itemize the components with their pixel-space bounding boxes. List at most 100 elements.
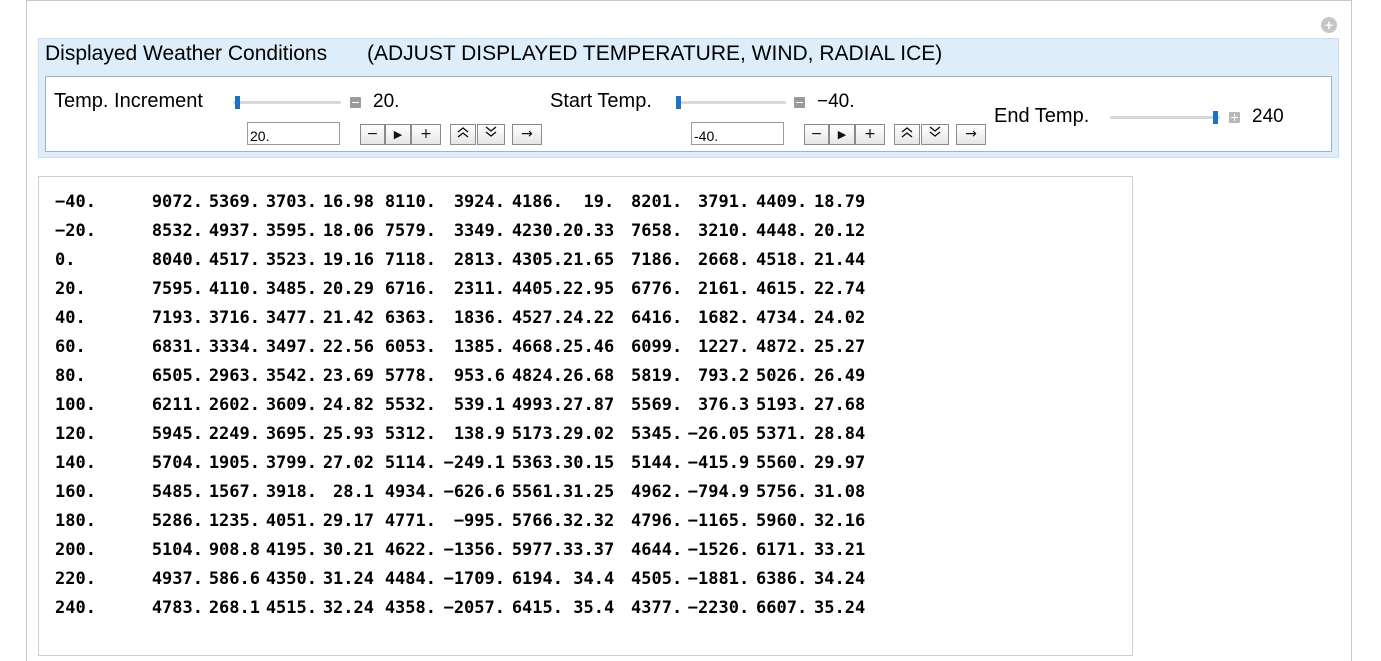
value-cell: 6099. [631, 337, 683, 357]
value-cell: 8532. [151, 221, 203, 241]
value-cell: 586.6 [208, 569, 260, 589]
value-cell: 29.97 [814, 453, 866, 473]
value-cell: 21.42 [322, 308, 374, 328]
value-cell: 29.17 [322, 511, 374, 531]
temp-increment-increment-button[interactable]: + [411, 124, 441, 145]
value-cell: −415.9 [687, 453, 750, 473]
value-cell: 4993. [511, 395, 563, 415]
value-cell: 22.95 [563, 279, 615, 299]
start-temp-faster-button[interactable] [894, 124, 920, 145]
value-cell: 4515. [265, 598, 317, 618]
value-cell: 793.2 [698, 366, 750, 386]
value-cell: 24.82 [322, 395, 374, 415]
value-cell: 9072. [151, 192, 203, 212]
value-cell: 7658. [631, 221, 683, 241]
value-cell: 31.08 [814, 482, 866, 502]
temp-increment-direction-button[interactable]: → [512, 124, 542, 145]
value-cell: 4484. [384, 569, 436, 589]
weather-conditions-table: −40. 9072. 5369. 3703. 16.98 8110. 3924. 4186. 1… [55, 188, 865, 623]
temp-increment-slower-button[interactable] [477, 124, 505, 145]
double-chevron-up-icon [901, 127, 913, 138]
value-cell: 5173. [511, 424, 563, 444]
value-cell: 8040. [151, 250, 203, 270]
end-temp-value: 240 [1252, 106, 1284, 127]
value-cell: 6211. [151, 395, 203, 415]
value-cell: 5485. [151, 482, 203, 502]
start-temp-slower-button[interactable] [921, 124, 949, 145]
value-cell: 25.93 [322, 424, 374, 444]
value-cell: 5286. [151, 511, 203, 531]
value-cell: 27.68 [814, 395, 866, 415]
value-cell: 5977. [511, 540, 563, 560]
value-cell: 4771. [384, 511, 436, 531]
start-temp-input[interactable] [691, 122, 784, 145]
value-cell: 2311. [453, 279, 505, 299]
value-cell: 4934. [384, 482, 436, 502]
value-cell: 4409. [756, 192, 808, 212]
temp-increment-collapse-icon[interactable] [350, 97, 361, 108]
start-temp-collapse-icon[interactable] [794, 97, 805, 108]
table-row: 60. 6831. 3334. 3497. 22.56 6053. 1385. 4668. 25… [55, 333, 865, 362]
temp-increment-decrement-button[interactable]: − [360, 124, 385, 145]
value-cell: 35.24 [814, 598, 866, 618]
start-temp-decrement-button[interactable]: − [804, 124, 829, 145]
value-cell: −2230. [687, 598, 750, 618]
value-cell: 4527. [511, 308, 563, 328]
temperature-cell: 120. [55, 424, 96, 444]
temperature-cell: 100. [55, 395, 96, 415]
value-cell: 32.32 [563, 511, 615, 531]
table-row: 80. 6505. 2963. 3542. 23.69 5778. 953.6 4824. 26… [55, 362, 865, 391]
end-temp-expand-icon[interactable] [1229, 112, 1240, 123]
table-row: 140. 5704. 1905. 3799. 27.02 5114. −249.1 5363.… [55, 449, 865, 478]
value-cell: 2813. [453, 250, 505, 270]
temperature-cell: 40. [55, 308, 86, 328]
value-cell: 20.29 [322, 279, 374, 299]
double-chevron-up-icon [457, 127, 469, 138]
value-cell: 22.56 [322, 337, 374, 357]
temperature-cell: 0. [55, 250, 76, 270]
value-cell: 5945. [151, 424, 203, 444]
value-cell: 6386. [756, 569, 808, 589]
value-cell: −2057. [443, 598, 505, 618]
value-cell: 2602. [208, 395, 260, 415]
start-temp-increment-button[interactable]: + [855, 124, 885, 145]
value-cell: −1709. [443, 569, 505, 589]
temperature-cell: 80. [55, 366, 86, 386]
value-cell: 4358. [384, 598, 436, 618]
temp-increment-input[interactable] [247, 122, 340, 145]
start-temp-direction-button[interactable]: → [956, 124, 986, 145]
start-temp-slider-thumb[interactable] [676, 96, 681, 109]
temp-increment-slider-thumb[interactable] [235, 96, 240, 109]
table-row: 200. 5104. 908.8 4195. 30.21 4622. −1356. 5977.… [55, 536, 865, 565]
value-cell: 3542. [265, 366, 317, 386]
value-cell: 32.24 [322, 598, 374, 618]
temp-increment-slider[interactable] [233, 101, 341, 104]
value-cell: 4350. [265, 569, 317, 589]
end-temp-label: End Temp. [994, 105, 1090, 127]
value-cell: 2963. [208, 366, 260, 386]
value-cell: 5104. [151, 540, 203, 560]
temperature-cell: 20. [55, 279, 86, 299]
value-cell: 27.02 [322, 453, 374, 473]
end-temp-slider[interactable] [1110, 116, 1220, 119]
add-cell-icon[interactable]: + [1321, 17, 1337, 33]
start-temp-play-button[interactable]: ▶ [829, 124, 855, 145]
value-cell: 6363. [384, 308, 436, 328]
value-cell: 3924. [453, 192, 505, 212]
value-cell: 4305. [511, 250, 563, 270]
value-cell: 4937. [151, 569, 203, 589]
value-cell: 5704. [151, 453, 203, 473]
temp-increment-faster-button[interactable] [450, 124, 476, 145]
temp-increment-value: 20. [373, 91, 400, 112]
value-cell: 4783. [151, 598, 203, 618]
value-cell: 376.3 [698, 395, 750, 415]
temp-increment-play-button[interactable]: ▶ [385, 124, 411, 145]
value-cell: 7118. [384, 250, 436, 270]
value-cell: 3497. [265, 337, 317, 357]
double-chevron-down-icon [929, 126, 941, 137]
value-cell: 20.12 [814, 221, 866, 241]
end-temp-slider-thumb[interactable] [1213, 111, 1218, 124]
value-cell: 23.69 [322, 366, 374, 386]
start-temp-slider[interactable] [676, 101, 786, 104]
value-cell: 30.21 [322, 540, 374, 560]
